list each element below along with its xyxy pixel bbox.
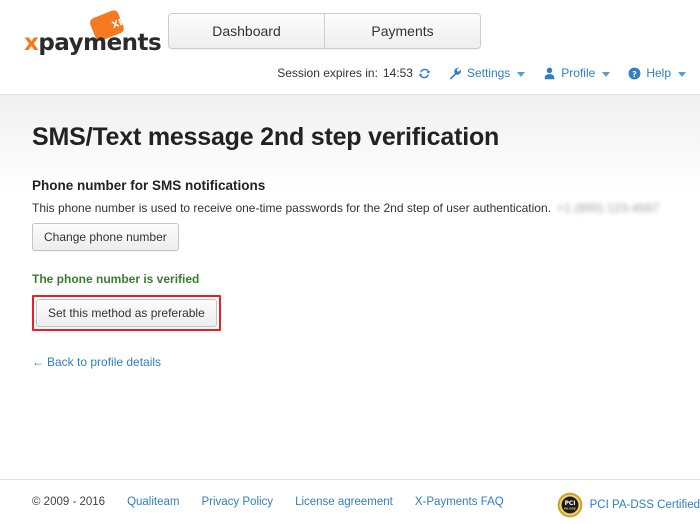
page-footer: © 2009 - 2016 Qualiteam Privacy Policy L… (0, 479, 700, 524)
footer-link-qualiteam[interactable]: Qualiteam (127, 496, 179, 508)
pci-seal-icon: PCI PA-DSS (557, 492, 582, 518)
phone-description-row: This phone number is used to receive one… (32, 201, 670, 215)
logo[interactable]: XP xpayments (24, 8, 162, 55)
menu-settings[interactable]: Settings (449, 66, 526, 80)
menu-profile-label: Profile (561, 66, 596, 80)
session-time-value: 14:53 (382, 66, 413, 80)
logo-word-x: x (24, 30, 39, 56)
chevron-down-icon (602, 71, 611, 77)
footer-link-privacy-policy[interactable]: Privacy Policy (201, 496, 273, 508)
phone-number-value: +1 (800) 123-4567 (556, 201, 660, 215)
svg-text:?: ? (632, 68, 637, 78)
pci-badge[interactable]: PCI PA-DSS PCI PA-DSS Certified (557, 492, 700, 518)
footer-links: © 2009 - 2016 Qualiteam Privacy Policy L… (0, 496, 504, 508)
session-timer: Session expires in: 14:53 (277, 66, 431, 80)
page-header: XP xpayments Dashboard Payments Session … (0, 0, 700, 95)
svg-text:PA-DSS: PA-DSS (564, 507, 576, 511)
logo-wordmark: xpayments (24, 30, 162, 56)
page-title: SMS/Text message 2nd step verification (32, 123, 500, 151)
main-navigation: Dashboard Payments (168, 13, 481, 49)
tab-payments[interactable]: Payments (324, 14, 480, 48)
content-area: SMS/Text message 2nd step verification P… (0, 95, 700, 480)
menu-help[interactable]: ? Help (628, 66, 686, 80)
top-utility-bar: Session expires in: 14:53 Settings Profi… (277, 66, 686, 80)
help-circle-icon: ? (628, 67, 641, 80)
menu-settings-label: Settings (466, 66, 511, 80)
copyright-text: © 2009 - 2016 (32, 496, 106, 508)
logo-word-payments: payments (38, 30, 162, 56)
user-icon (543, 67, 556, 80)
footer-link-xpayments-faq[interactable]: X-Payments FAQ (415, 496, 504, 508)
refresh-icon[interactable] (418, 67, 431, 80)
wrench-icon (449, 66, 462, 80)
menu-profile[interactable]: Profile (543, 66, 611, 80)
tab-dashboard[interactable]: Dashboard (169, 14, 324, 48)
arrow-left-icon: ← (32, 355, 44, 369)
back-to-profile-link[interactable]: Back to profile details (47, 355, 161, 369)
change-phone-number-button[interactable]: Change phone number (32, 223, 179, 251)
chevron-down-icon (678, 71, 686, 77)
chevron-down-icon (517, 71, 526, 77)
phone-description-text: This phone number is used to receive one… (32, 201, 551, 215)
back-link-row: ← Back to profile details (32, 355, 670, 369)
pci-badge-label[interactable]: PCI PA-DSS Certified (590, 499, 700, 511)
footer-link-license-agreement[interactable]: License agreement (295, 496, 393, 508)
session-label: Session expires in: (277, 66, 378, 80)
section-title: Phone number for SMS notifications (32, 178, 266, 193)
set-preferable-button[interactable]: Set this method as preferable (36, 299, 217, 327)
highlight-annotation: Set this method as preferable (32, 295, 221, 331)
phone-verified-status: The phone number is verified (32, 272, 200, 286)
menu-help-label: Help (646, 66, 671, 80)
